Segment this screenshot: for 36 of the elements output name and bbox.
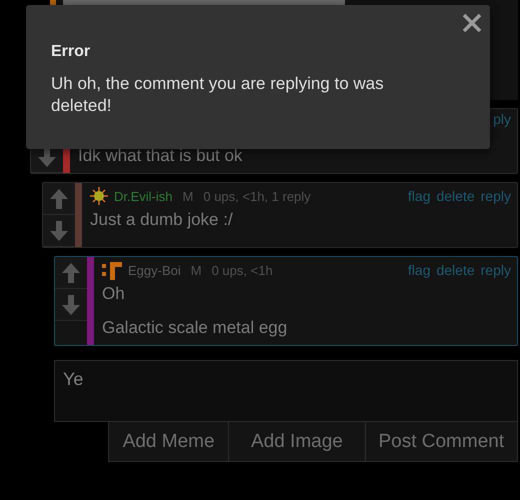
- down-arrow-icon: [50, 220, 68, 240]
- action-link[interactable]: reply: [480, 188, 511, 204]
- up-arrow-icon: [62, 262, 80, 282]
- author-name: Dr.Evil-ish: [114, 188, 173, 204]
- comment-text: Galactic scale metal egg: [102, 317, 288, 339]
- form-button[interactable]: Post Comment: [364, 422, 517, 461]
- form-button[interactable]: Add Image: [228, 422, 365, 461]
- comment-input[interactable]: Ye: [54, 360, 518, 422]
- comment-text: Just a dumb joke :/: [90, 209, 234, 231]
- form-button[interactable]: Add Meme: [109, 422, 228, 461]
- flair-label: M: [190, 262, 202, 278]
- comment-text: Oh: [102, 283, 126, 305]
- comment-meta: 0 ups, <1h, 1 reply: [203, 188, 311, 204]
- flair-label: M: [182, 188, 194, 204]
- down-arrow-icon: [38, 146, 56, 166]
- action-link[interactable]: reply: [480, 262, 511, 278]
- close-icon: [460, 11, 484, 35]
- down-arrow-icon: [62, 294, 80, 314]
- action-link[interactable]: ply: [493, 111, 511, 127]
- comment-meta: 0 ups, <1h: [212, 262, 273, 278]
- sun-icon: [90, 187, 108, 205]
- action-link[interactable]: delete: [436, 188, 475, 204]
- upvote-button[interactable]: [43, 183, 75, 215]
- dialog-title: Error: [51, 43, 92, 61]
- action-link[interactable]: flag: [408, 188, 430, 204]
- upvote-button[interactable]: [55, 257, 87, 289]
- downvote-button[interactable]: [55, 289, 87, 321]
- close-button[interactable]: [460, 11, 484, 35]
- downvote-button[interactable]: [43, 215, 75, 247]
- comment-text: Idk what that is but ok: [78, 145, 244, 167]
- blocks-icon: [102, 260, 122, 280]
- action-link[interactable]: delete: [436, 262, 475, 278]
- author-name: Eggy-Boi: [128, 262, 181, 278]
- action-link[interactable]: flag: [408, 262, 430, 278]
- up-arrow-icon: [50, 188, 68, 208]
- dialog-message: Uh oh, the comment you are replying to was deleted!: [51, 73, 385, 117]
